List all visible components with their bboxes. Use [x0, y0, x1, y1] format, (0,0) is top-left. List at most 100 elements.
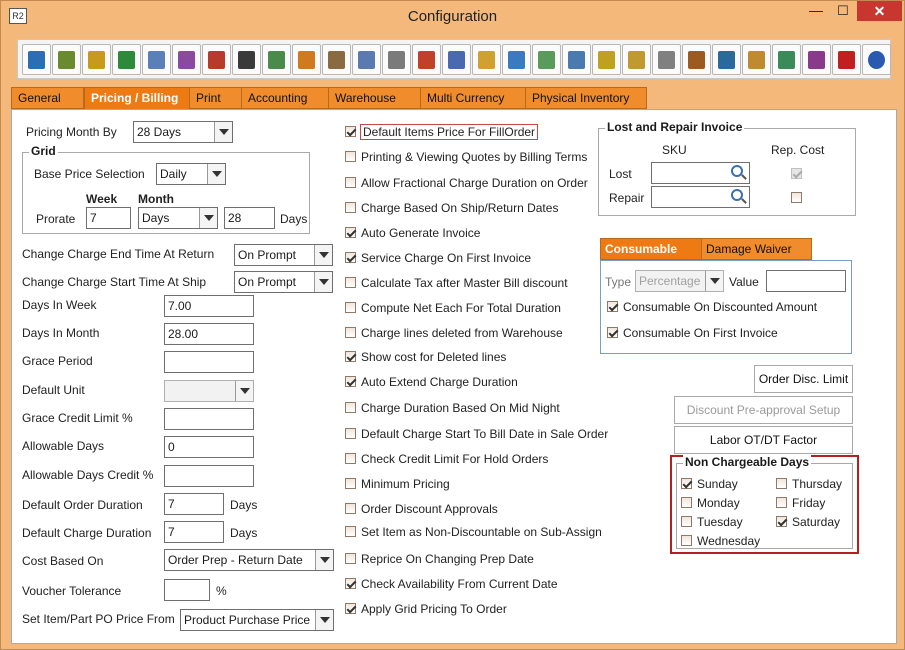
- search-icon[interactable]: [731, 165, 743, 177]
- option-checkbox-2[interactable]: Allow Fractional Charge Duration on Orde…: [345, 176, 588, 190]
- exit-toolbar-button[interactable]: [832, 44, 861, 75]
- doc-check-toolbar-button[interactable]: [532, 44, 561, 75]
- dollar-toolbar-button[interactable]: [112, 44, 141, 75]
- coins-toolbar-button[interactable]: [82, 44, 111, 75]
- report-toolbar-button[interactable]: [172, 44, 201, 75]
- minimize-button[interactable]: —: [803, 1, 829, 21]
- tab-physical-inventory[interactable]: Physical Inventory: [525, 87, 647, 109]
- funnel-gear-toolbar-button[interactable]: [622, 44, 651, 75]
- tab-damage-waiver[interactable]: Damage Waiver: [701, 238, 812, 260]
- default-charge-duration-input[interactable]: 7: [164, 521, 224, 543]
- network-toolbar-button[interactable]: [682, 44, 711, 75]
- tab-print[interactable]: Print: [189, 87, 242, 109]
- grace-period-input[interactable]: [164, 351, 254, 373]
- funnel-toolbar-button[interactable]: [592, 44, 621, 75]
- search-icon[interactable]: [731, 189, 743, 201]
- change-end-select[interactable]: On Prompt: [234, 244, 333, 266]
- option-checkbox-0[interactable]: Default Items Price For FillOrder: [345, 124, 539, 140]
- cost-based-on-select[interactable]: Order Prep - Return Date: [164, 549, 334, 571]
- allowable-days-input[interactable]: 0: [164, 436, 254, 458]
- title-bar[interactable]: R2 Configuration — ☐ ✕: [1, 1, 904, 31]
- po-price-from-select[interactable]: Product Purchase Price: [180, 609, 334, 631]
- notes-toolbar-button[interactable]: [262, 44, 291, 75]
- consumable-discounted-checkbox[interactable]: Consumable On Discounted Amount: [607, 300, 817, 314]
- colors-toolbar-button[interactable]: [412, 44, 441, 75]
- option-checkbox-11[interactable]: Charge Duration Based On Mid Night: [345, 401, 560, 415]
- brush-toolbar-button[interactable]: [442, 44, 471, 75]
- maximize-button[interactable]: ☐: [830, 1, 856, 21]
- day-checkbox-wednesday[interactable]: Wednesday: [681, 534, 760, 548]
- edit-toolbar-button[interactable]: [142, 44, 171, 75]
- labor-factor-button[interactable]: Labor OT/DT Factor: [674, 426, 853, 454]
- day-checkbox-tuesday[interactable]: Tuesday: [681, 515, 743, 529]
- days-in-week-input[interactable]: 7.00: [164, 295, 254, 317]
- order-disc-limit-button[interactable]: Order Disc. Limit: [754, 365, 853, 393]
- option-checkbox-18[interactable]: Check Availability From Current Date: [345, 577, 558, 591]
- folder-gear-toolbar-button[interactable]: [742, 44, 771, 75]
- user-toolbar-button[interactable]: [712, 44, 741, 75]
- day-checkbox-friday[interactable]: Friday: [776, 496, 825, 510]
- prorate-month-unit-select[interactable]: Days: [138, 207, 218, 229]
- day-checkbox-monday[interactable]: Monday: [681, 496, 740, 510]
- option-checkbox-4[interactable]: Auto Generate Invoice: [345, 226, 480, 240]
- repair-rep-cost-checkbox[interactable]: [791, 191, 807, 205]
- option-checkbox-7[interactable]: Compute Net Each For Total Duration: [345, 301, 561, 315]
- export-toolbar-button[interactable]: [802, 44, 831, 75]
- value-input[interactable]: [766, 270, 846, 292]
- doc-arrow-toolbar-button[interactable]: [562, 44, 591, 75]
- config-toolbar-button[interactable]: [52, 44, 81, 75]
- default-unit-select[interactable]: [164, 380, 254, 402]
- tab-accounting[interactable]: Accounting: [241, 87, 329, 109]
- pay-toolbar-button[interactable]: [202, 44, 231, 75]
- consumable-first-invoice-checkbox[interactable]: Consumable On First Invoice: [607, 326, 778, 340]
- calculator-toolbar-button[interactable]: [772, 44, 801, 75]
- gear-toolbar-button[interactable]: [382, 44, 411, 75]
- process-toolbar-button[interactable]: [652, 44, 681, 75]
- default-order-duration-input[interactable]: 7: [164, 493, 224, 515]
- day-checkbox-thursday[interactable]: Thursday: [776, 477, 842, 491]
- close-button[interactable]: ✕: [857, 1, 902, 21]
- base-price-select[interactable]: Daily: [156, 163, 226, 185]
- voucher-tolerance-input[interactable]: [164, 579, 210, 601]
- option-checkbox-16[interactable]: Set Item as Non-Discountable on Sub-Assi…: [345, 525, 602, 539]
- card-toolbar-button[interactable]: [502, 44, 531, 75]
- option-checkbox-3[interactable]: Charge Based On Ship/Return Dates: [345, 201, 558, 215]
- day-checkbox-saturday[interactable]: Saturday: [776, 515, 840, 529]
- pricing-month-by-select[interactable]: 28 Days: [133, 121, 233, 143]
- option-checkbox-9[interactable]: Show cost for Deleted lines: [345, 350, 506, 364]
- option-checkbox-6[interactable]: Calculate Tax after Master Bill discount: [345, 276, 568, 290]
- grace-credit-input[interactable]: [164, 408, 254, 430]
- type-select[interactable]: Percentage: [635, 270, 724, 292]
- option-checkbox-17[interactable]: Reprice On Changing Prep Date: [345, 552, 534, 566]
- day-checkbox-sunday[interactable]: Sunday: [681, 477, 738, 491]
- discount-preapproval-button[interactable]: Discount Pre-approval Setup: [674, 396, 853, 424]
- change-start-select[interactable]: On Prompt: [234, 271, 333, 293]
- option-checkbox-10[interactable]: Auto Extend Charge Duration: [345, 375, 518, 389]
- tab-general[interactable]: General: [11, 87, 84, 109]
- option-checkbox-8[interactable]: Charge lines deleted from Warehouse: [345, 326, 563, 340]
- option-checkbox-13[interactable]: Check Credit Limit For Hold Orders: [345, 452, 548, 466]
- prorate-days-input[interactable]: 28: [224, 207, 275, 229]
- tab-pricing-billing[interactable]: Pricing / Billing: [84, 87, 196, 110]
- option-checkbox-14[interactable]: Minimum Pricing: [345, 477, 450, 491]
- triangle-toolbar-button[interactable]: [352, 44, 381, 75]
- grid-toolbar-button[interactable]: [232, 44, 261, 75]
- calendar-toolbar-button[interactable]: [322, 44, 351, 75]
- option-checkbox-19[interactable]: Apply Grid Pricing To Order: [345, 602, 507, 616]
- tab-consumable[interactable]: Consumable: [600, 238, 702, 260]
- option-checkbox-1[interactable]: Printing & Viewing Quotes by Billing Ter…: [345, 150, 587, 164]
- save-toolbar-button[interactable]: [22, 44, 51, 75]
- transfer-toolbar-button[interactable]: [292, 44, 321, 75]
- days-in-month-input[interactable]: 28.00: [164, 323, 254, 345]
- folder-toolbar-button[interactable]: [472, 44, 501, 75]
- option-checkbox-5[interactable]: Service Charge On First Invoice: [345, 251, 531, 265]
- doc-arrow-icon: [568, 51, 585, 69]
- tab-warehouse[interactable]: Warehouse: [328, 87, 421, 109]
- lost-rep-cost-checkbox[interactable]: [791, 167, 807, 181]
- option-checkbox-12[interactable]: Default Charge Start To Bill Date in Sal…: [345, 427, 608, 441]
- prorate-week-input[interactable]: 7: [86, 207, 131, 229]
- tab-multi-currency[interactable]: Multi Currency: [420, 87, 526, 109]
- allowable-credit-input[interactable]: [164, 465, 254, 487]
- help-toolbar-button[interactable]: [862, 44, 891, 75]
- option-checkbox-15[interactable]: Order Discount Approvals: [345, 502, 498, 516]
